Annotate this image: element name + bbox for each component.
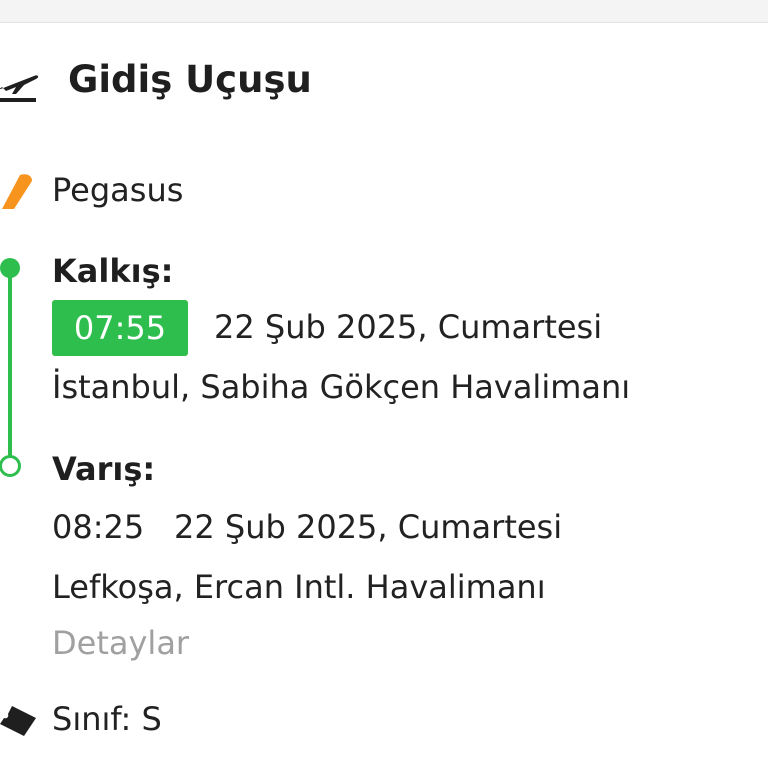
departure-airport: İstanbul, Sabiha Gökçen Havalimanı (52, 368, 631, 406)
top-divider (0, 0, 768, 23)
timeline-line (8, 268, 12, 468)
departure-date: 22 Şub 2025, Cumartesi (214, 308, 603, 346)
pegasus-logo (2, 174, 32, 209)
arrival-date: 22 Şub 2025, Cumartesi (174, 508, 563, 546)
departure-label: Kalkış: (52, 252, 174, 290)
ticket-icon (0, 706, 36, 736)
arrival-airport: Lefkoşa, Ercan Intl. Havalimanı (52, 568, 546, 606)
section-title: Gidiş Uçuşu (68, 58, 312, 101)
arrival-label: Varış: (52, 450, 156, 488)
airline-name: Pegasus (52, 171, 184, 209)
cabin-class-text: Sınıf: S (52, 700, 162, 738)
arrival-time: 08:25 (52, 508, 145, 546)
airplane-takeoff-icon (0, 75, 39, 102)
details-link[interactable]: Detaylar (52, 624, 189, 662)
arrival-dot (0, 455, 21, 477)
departure-time-badge: 07:55 (52, 300, 188, 356)
departure-dot (0, 258, 20, 278)
